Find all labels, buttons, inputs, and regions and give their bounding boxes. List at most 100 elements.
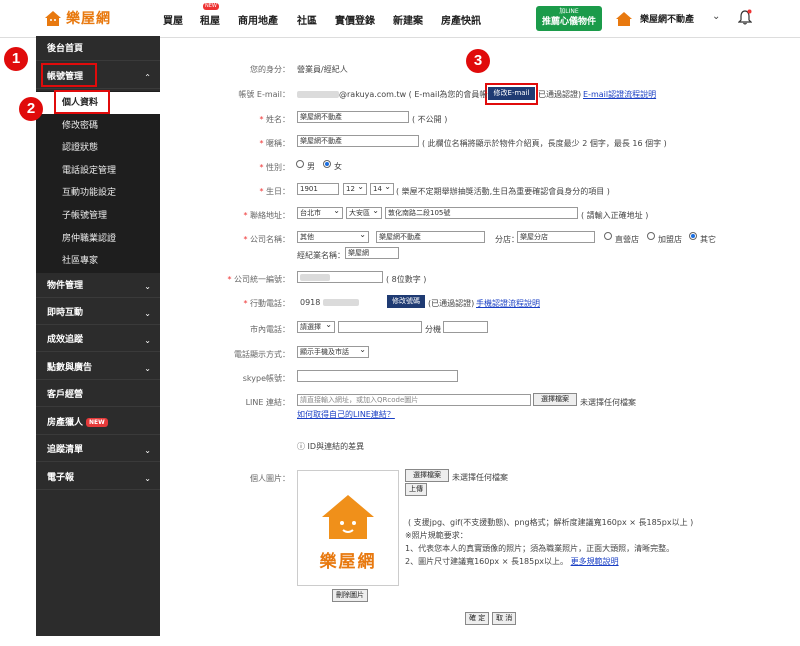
profile-photo: 樂屋網 <box>297 470 399 586</box>
nav-price-registry[interactable]: 實價登錄 <box>335 12 375 27</box>
sidebar-sub-interact[interactable]: 互動功能設定 <box>36 182 160 204</box>
sidebar-item-label: 電子報 <box>47 473 75 483</box>
skype-input[interactable] <box>297 370 458 382</box>
photo-file-button[interactable]: 選擇檔案 <box>405 469 449 482</box>
upload-button[interactable]: 上傳 <box>405 483 427 496</box>
street-input[interactable]: 敦化南路二段105號 <box>385 207 578 219</box>
change-mobile-button[interactable]: 修改號碼 <box>387 295 425 308</box>
line-help-link[interactable]: 如何取得自己的LINE連結？ <box>297 409 395 420</box>
company-name-input[interactable]: 樂屋網不動產 <box>376 231 485 243</box>
bell-icon[interactable] <box>738 9 752 25</box>
spec-more-link[interactable]: 更多規範說明 <box>571 557 619 566</box>
taxid-label: * 公司統一編號： <box>227 275 290 284</box>
broker-input[interactable]: 樂屋網 <box>345 247 399 259</box>
store-direct-radio[interactable] <box>604 232 612 240</box>
chevron-down-icon: ⌄ <box>144 446 151 455</box>
name-note: ( 不公開 ) <box>412 115 448 124</box>
display-select[interactable]: 顯示手機及市話 <box>297 345 369 358</box>
gender-male-radio[interactable] <box>296 160 304 168</box>
nickname-note: ( 此欄位名稱將顯示於物件介紹頁，長度最少 2 個字，最長 16 個字 ) <box>422 139 667 148</box>
company-name[interactable]: 樂屋網不動產 <box>640 12 694 25</box>
store-other-radio[interactable] <box>689 232 697 240</box>
photo-spec-1: ( 支援jpg、gif(不支援動態)、png格式；解析度建議寬160px × 長… <box>408 518 694 527</box>
nav-buy[interactable]: 買屋 <box>163 12 183 27</box>
chevron-down-icon: ⌄ <box>144 282 151 291</box>
sidebar-sub-agent-cert[interactable]: 房仲職業認證 <box>36 228 160 250</box>
mobile-verify-link[interactable]: 手機認證流程說明 <box>476 298 540 309</box>
highlight-profile-menu <box>54 90 110 114</box>
nav-new-badge: NEW <box>203 3 219 10</box>
id-note[interactable]: ⓘ ID與連結的差異 <box>297 441 364 452</box>
sidebar-sub-phone[interactable]: 電話設定管理 <box>36 160 160 182</box>
mobile-verified: (已通過認證) <box>428 299 475 308</box>
sidebar-sub-label: 修改密碼 <box>62 121 99 131</box>
sidebar-item-performance[interactable]: 成效追蹤 ⌄ <box>36 329 160 352</box>
taxid-input[interactable] <box>297 271 383 283</box>
sidebar-item-label: 即時互動 <box>47 308 84 318</box>
store-franchise-radio[interactable] <box>647 232 655 240</box>
redacted-email <box>297 91 339 98</box>
sidebar-item-customers[interactable]: 客戶經營 <box>36 384 160 407</box>
sidebar-sub-password[interactable]: 修改密碼 <box>36 115 160 137</box>
sidebar-sub-community-expert[interactable]: 社區專家 <box>36 250 160 272</box>
submit-button[interactable]: 確 定 <box>465 612 489 625</box>
line-file-status: 未選擇任何檔案 <box>580 398 636 407</box>
district-select[interactable]: 大安區 <box>346 206 382 219</box>
chevron-down-icon: ⌄ <box>144 336 151 345</box>
nav-new-projects[interactable]: 新建案 <box>393 12 423 27</box>
step-badge-2: 2 <box>19 97 43 121</box>
sidebar-sub-label: 互動功能設定 <box>62 188 117 198</box>
name-input[interactable]: 樂屋網不動產 <box>297 111 409 123</box>
branch-input[interactable]: 樂屋分店 <box>517 231 595 243</box>
sidebar-sub-label: 房仲職業認證 <box>62 234 117 244</box>
email-verify-link[interactable]: E-mail認證流程說明 <box>583 89 656 100</box>
highlight-account-menu <box>41 63 97 87</box>
photo-spec-3: 1、代表您本人的真實頭像的照片；須為職業照片，正面大頭照，清晰完整。 <box>405 544 675 553</box>
birth-month-select[interactable]: 12 <box>343 182 367 195</box>
nav-community[interactable]: 社區 <box>297 12 317 27</box>
sidebar-item-hunter[interactable]: 房產獵人 NEW <box>36 412 160 435</box>
birth-year-input[interactable]: 1901 <box>297 183 339 195</box>
sidebar-item-label: 房產獵人 <box>47 418 84 428</box>
taxid-note: ( 8位數字 ) <box>386 275 427 284</box>
site-logo[interactable]: 樂屋網 <box>44 8 111 28</box>
gender-female-radio[interactable] <box>323 160 331 168</box>
line-input[interactable]: 請直接輸入網址，或加入QRcode圖片 <box>297 394 531 406</box>
sidebar-sub-label: 社區專家 <box>62 256 99 266</box>
sidebar-sub-label: 電話設定管理 <box>62 166 117 176</box>
nav-rent[interactable]: 租屋 <box>200 12 220 27</box>
nav-news[interactable]: 房產快訊 <box>441 12 481 27</box>
sidebar-sub-subaccount[interactable]: 子帳號管理 <box>36 205 160 227</box>
logo-text: 樂屋網 <box>66 11 111 27</box>
sidebar-item-home[interactable]: 後台首頁 <box>36 38 160 61</box>
city-select[interactable]: 台北市 <box>297 206 343 219</box>
photo-spec-4: 2、圖片尺寸建議寬160px × 長185px以上。 更多規範說明 <box>405 557 619 566</box>
sidebar-item-realtime[interactable]: 即時互動 ⌄ <box>36 302 160 325</box>
tel-ext-input[interactable] <box>443 321 488 333</box>
change-email-button[interactable]: 修改E-mail <box>488 87 535 100</box>
tel-area-select[interactable]: 請選擇 <box>297 320 335 333</box>
step-badge-1: 1 <box>4 47 28 71</box>
nav-commercial[interactable]: 商用地產 <box>238 12 278 27</box>
nickname-input[interactable]: 樂屋網不動產 <box>297 135 419 147</box>
redacted-mobile <box>322 299 359 306</box>
sidebar-sub-verify[interactable]: 認證狀態 <box>36 137 160 159</box>
step-badge-3: 3 <box>466 49 490 73</box>
sidebar-item-listings[interactable]: 物件管理 ⌄ <box>36 275 160 298</box>
chevron-down-icon[interactable]: ⌄ <box>712 11 720 22</box>
tel-number-input[interactable] <box>338 321 422 333</box>
company-type-select[interactable]: 其他 <box>297 230 369 243</box>
sidebar-item-label: 後台首頁 <box>47 44 84 54</box>
sidebar-item-newsletter[interactable]: 電子報 ⌄ <box>36 467 160 490</box>
cancel-button[interactable]: 取 消 <box>492 612 516 625</box>
birth-day-select[interactable]: 14 <box>370 182 394 195</box>
line-recommend-button[interactable]: 加LINE 推薦心儀物件 <box>536 6 602 31</box>
delete-photo-button[interactable]: 刪除圖片 <box>332 589 368 602</box>
company-avatar-icon <box>616 12 632 26</box>
photo-logo-text: 樂屋網 <box>319 552 377 572</box>
sidebar-item-points-ads[interactable]: 點數與廣告 ⌄ <box>36 357 160 380</box>
sidebar-item-tracking[interactable]: 追蹤清單 ⌄ <box>36 439 160 462</box>
line-file-button[interactable]: 選擇檔案 <box>533 393 577 406</box>
info-icon: ⓘ <box>297 442 308 451</box>
tel-label: 市內電話： <box>250 325 290 334</box>
